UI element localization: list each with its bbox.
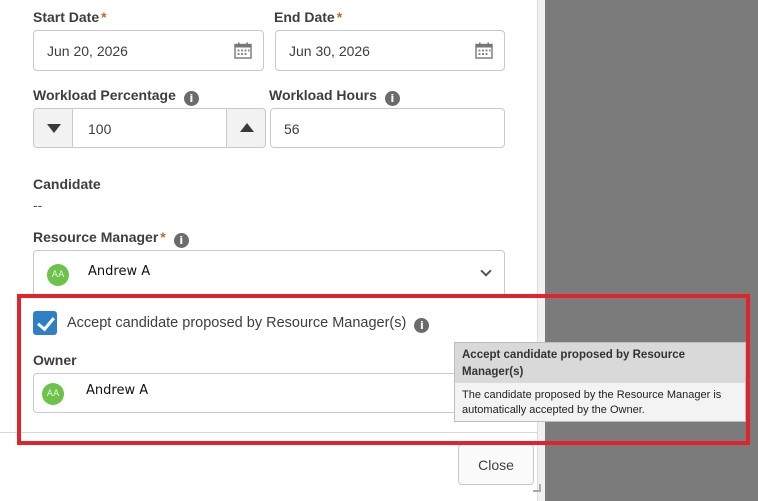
start-date-label-text: Start Date — [33, 9, 100, 25]
arrow-down-icon — [47, 124, 61, 133]
workload-percentage-input[interactable]: 100 — [72, 108, 227, 148]
end-date-label: End Date * — [274, 9, 342, 25]
workload-percentage-value: 100 — [88, 121, 112, 137]
workload-percentage-label: Workload Percentage i — [33, 87, 199, 106]
resize-handle[interactable] — [533, 484, 541, 492]
increment-button[interactable] — [226, 108, 266, 148]
workload-hours-label-text: Workload Hours — [269, 87, 377, 103]
resource-manager-select[interactable]: AA Andrew A — [33, 250, 505, 298]
required-marker: * — [160, 229, 166, 245]
end-date-input[interactable]: Jun 30, 2026 — [275, 30, 505, 71]
candidate-value: -- — [33, 197, 43, 213]
candidate-label: Candidate — [33, 176, 101, 192]
avatar: AA — [47, 264, 69, 286]
workload-percentage-label-text: Workload Percentage — [33, 87, 176, 103]
end-date-value: Jun 30, 2026 — [289, 43, 370, 59]
info-icon[interactable]: i — [384, 91, 400, 106]
workload-hours-value: 56 — [284, 121, 300, 137]
resource-manager-label-text: Resource Manager — [33, 229, 159, 245]
workload-hours-input[interactable]: 56 — [270, 108, 505, 148]
calendar-icon[interactable] — [475, 42, 493, 59]
start-date-input[interactable]: Jun 20, 2026 — [33, 30, 264, 71]
required-marker: * — [101, 9, 107, 25]
close-button[interactable]: Close — [458, 444, 534, 485]
start-date-label: Start Date * — [33, 9, 107, 25]
decrement-button[interactable] — [33, 108, 73, 148]
highlight-annotation — [17, 294, 750, 445]
chevron-down-icon[interactable] — [480, 265, 492, 277]
end-date-label-text: End Date — [274, 9, 335, 25]
required-marker: * — [336, 9, 343, 25]
arrow-up-icon — [240, 123, 254, 132]
workload-hours-label: Workload Hours i — [269, 87, 400, 106]
calendar-icon[interactable] — [234, 42, 252, 59]
start-date-value: Jun 20, 2026 — [47, 43, 128, 59]
resource-manager-label: Resource Manager * i — [33, 229, 189, 248]
resource-manager-name: Andrew A — [88, 264, 151, 279]
info-icon[interactable]: i — [173, 233, 189, 248]
info-icon[interactable]: i — [183, 91, 199, 106]
